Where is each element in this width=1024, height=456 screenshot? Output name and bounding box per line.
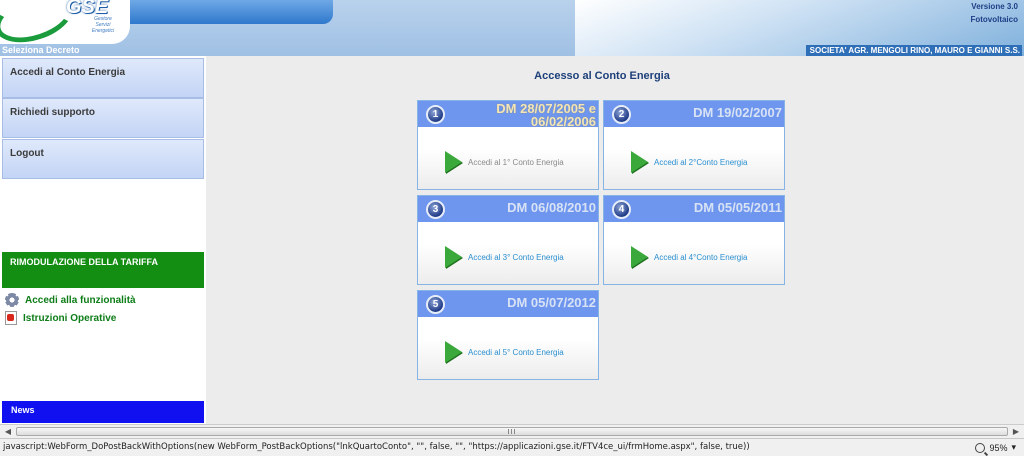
card-decree: DM 06/08/2010 — [507, 200, 596, 215]
card-decree: DM 19/02/2007 — [693, 105, 782, 120]
card-header: 2 DM 19/02/2007 — [604, 101, 784, 127]
status-bar: javascript:WebForm_DoPostBackWithOptions… — [0, 438, 1024, 456]
chevron-down-icon: ▾ — [1011, 442, 1016, 452]
scroll-left-icon[interactable]: ◀ — [1, 426, 15, 438]
header-banner: GSE Gestore Servizi Energetici Versione … — [0, 0, 1024, 56]
card-decree: DM 05/05/2011 — [693, 200, 782, 215]
accedi-conto-3-link[interactable]: Accedi al 3° Conto Energia — [445, 246, 564, 268]
istruzioni-operative-link[interactable]: Istruzioni Operative — [5, 310, 116, 326]
conto-card-1: 1 DM 28/07/2005 e 06/02/2006 Accedi al 1… — [417, 100, 599, 190]
nav-logout[interactable]: Logout — [2, 139, 204, 179]
seleziona-decreto-label: Seleziona Decreto — [2, 45, 80, 55]
version-label: Versione 3.0 — [971, 2, 1018, 11]
link-label: Accedi al 2°Conto Energia — [654, 157, 748, 167]
version-info: Versione 3.0 Fotovoltaico — [970, 0, 1018, 26]
number-badge-icon: 2 — [612, 105, 631, 124]
accedi-funzionalita-label: Accedi alla funzionalità — [25, 294, 136, 306]
status-url: javascript:WebForm_DoPostBackWithOptions… — [3, 442, 750, 452]
nav-richiedi-supporto[interactable]: Richiedi supporto — [2, 98, 204, 138]
istruzioni-operative-label: Istruzioni Operative — [23, 312, 117, 324]
number-badge-icon: 4 — [612, 200, 631, 219]
accedi-conto-4-link[interactable]: Accedi al 4°Conto Energia — [631, 246, 747, 268]
accedi-conto-2-link[interactable]: Accedi al 2°Conto Energia — [631, 151, 747, 173]
card-header: 4 DM 05/05/2011 — [604, 196, 784, 222]
accedi-conto-5-link[interactable]: Accedi al 5° Conto Energia — [445, 341, 564, 363]
conto-card-4: 4 DM 05/05/2011 Accedi al 4°Conto Energi… — [603, 195, 785, 285]
decree-line-2: 06/02/2006 — [530, 114, 596, 127]
news-header[interactable]: News — [2, 401, 204, 423]
conto-card-5: 5 DM 05/07/2012 Accedi al 5° Conto Energ… — [417, 290, 599, 380]
play-arrow-icon — [445, 341, 462, 363]
zoom-control[interactable]: 95% ▾ — [975, 442, 1016, 453]
conto-card-3: 3 DM 06/08/2010 Accedi al 3° Conto Energ… — [417, 195, 599, 285]
logo-subtitle: Gestore Servizi Energetici — [91, 16, 115, 34]
pdf-icon — [5, 311, 17, 325]
play-arrow-icon — [631, 246, 648, 268]
link-label: Accedi al 4°Conto Energia — [654, 252, 748, 262]
zoom-level: 95% — [989, 442, 1008, 453]
conto-card-2: 2 DM 19/02/2007 Accedi al 2°Conto Energi… — [603, 100, 785, 190]
scroll-right-icon[interactable]: ▶ — [1009, 426, 1023, 438]
grip-icon — [508, 429, 516, 434]
number-badge-icon: 5 — [426, 295, 445, 314]
play-arrow-icon — [631, 151, 648, 173]
card-decree: DM 05/07/2012 — [507, 295, 596, 310]
play-arrow-icon — [445, 246, 462, 268]
link-label: Accedi al 3° Conto Energia — [468, 252, 564, 262]
card-header: 3 DM 06/08/2010 — [418, 196, 598, 222]
link-label: Accedi al 1° Conto Energia — [468, 157, 564, 167]
zoom-icon — [975, 442, 986, 453]
rimodulazione-header: RIMODULAZIONE DELLA TARIFFA — [2, 252, 204, 288]
number-badge-icon: 3 — [426, 200, 445, 219]
gse-logo: GSE Gestore Servizi Energetici — [0, 0, 130, 52]
gear-icon — [5, 293, 19, 307]
page-title: Accesso al Conto Energia — [534, 70, 670, 82]
rimodulazione-links: Accedi alla funzionalità Istruzioni Oper… — [2, 288, 204, 330]
scrollbar-thumb[interactable] — [16, 427, 1008, 436]
card-header: 5 DM 05/07/2012 — [418, 291, 598, 317]
horizontal-scrollbar[interactable]: ◀ ▶ — [0, 424, 1024, 438]
company-name: SOCIETA' AGR. MENGOLI RINO, MAURO E GIAN… — [806, 45, 1022, 56]
link-label: Accedi al 5° Conto Energia — [468, 347, 564, 357]
accedi-conto-1-link[interactable]: Accedi al 1° Conto Energia — [445, 151, 564, 173]
card-decree: DM 28/07/2005 e 06/02/2006 — [496, 102, 596, 127]
product-label: Fotovoltaico — [970, 15, 1018, 24]
left-sidebar: Accedi al Conto Energia Richiedi support… — [0, 56, 206, 424]
number-badge-icon: 1 — [426, 105, 445, 124]
play-arrow-icon — [445, 151, 462, 173]
accedi-funzionalita-link[interactable]: Accedi alla funzionalità — [5, 292, 136, 308]
nav-accedi-conto-energia[interactable]: Accedi al Conto Energia — [2, 58, 204, 98]
card-header: 1 DM 28/07/2005 e 06/02/2006 — [418, 101, 598, 127]
